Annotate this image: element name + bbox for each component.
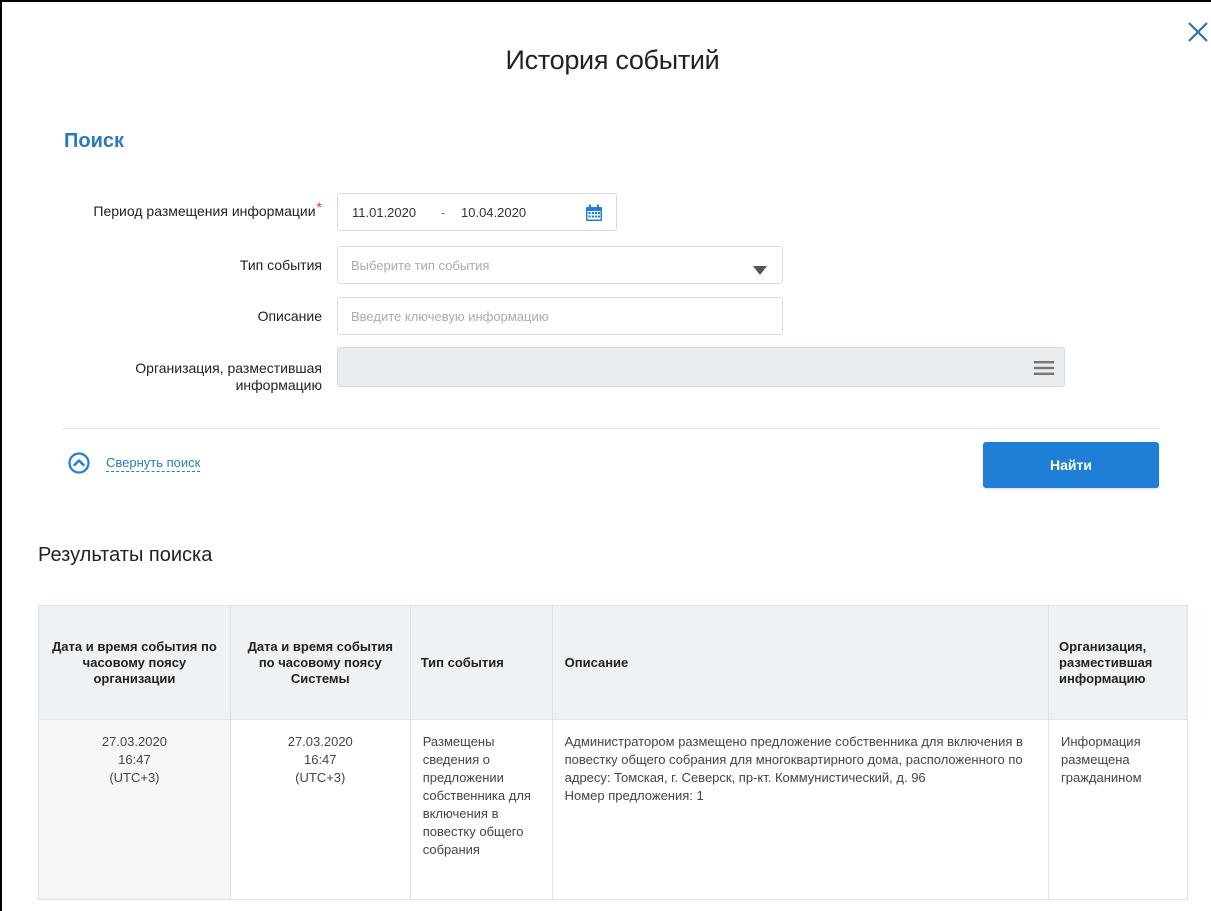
collapse-search-link[interactable]: Свернуть поиск bbox=[68, 452, 201, 474]
cell-event-type: Размещены сведения о предложении собстве… bbox=[409, 719, 553, 900]
event-type-placeholder: Выберите тип события bbox=[351, 258, 490, 273]
column-header-organization[interactable]: Организация, разместившая информацию bbox=[1048, 605, 1188, 720]
event-history-modal: История событий Поиск Период размещения … bbox=[0, 0, 1211, 911]
modal-title: История событий bbox=[505, 45, 720, 75]
find-button[interactable]: Найти bbox=[983, 442, 1159, 488]
column-header-description[interactable]: Описание bbox=[551, 605, 1050, 720]
description-label: Описание bbox=[257, 308, 322, 324]
org-date: 27.03.2020 bbox=[101, 734, 167, 749]
cell-description: Администратором размещено предложение со… bbox=[551, 719, 1050, 900]
org-timezone: (UTC+3) bbox=[109, 770, 160, 785]
organization-label-line2: информацию bbox=[235, 377, 322, 393]
menu-icon bbox=[1034, 361, 1054, 375]
cell-system-datetime: 27.03.2020 16:47 (UTC+3) bbox=[229, 719, 411, 900]
organization-text: Информация размещена гражданином bbox=[1061, 734, 1142, 785]
required-mark: * bbox=[316, 199, 322, 215]
period-separator: - bbox=[441, 205, 446, 220]
description-input[interactable]: Введите ключевую информацию bbox=[337, 297, 783, 335]
cell-org-datetime: 27.03.2020 16:47 (UTC+3) bbox=[38, 719, 231, 900]
period-label-text: Период размещения информации bbox=[93, 203, 316, 219]
column-header-system-datetime[interactable]: Дата и время события по часовому поясу С… bbox=[229, 605, 411, 720]
event-type-label: Тип события bbox=[239, 257, 322, 273]
description-placeholder: Введите ключевую информацию bbox=[351, 309, 549, 324]
column-header-event-type[interactable]: Тип события bbox=[409, 605, 553, 720]
table-row: 27.03.2020 16:47 (UTC+3) 27.03.2020 16:4… bbox=[38, 719, 1188, 900]
event-type-text: Размещены сведения о предложении собстве… bbox=[422, 734, 531, 857]
frame-top-border bbox=[0, 0, 1211, 2]
description-text: Администратором размещено предложение со… bbox=[564, 734, 1023, 785]
chevron-up-circle-icon bbox=[68, 452, 90, 474]
org-time: 16:47 bbox=[118, 752, 151, 767]
organization-picker-button[interactable] bbox=[1034, 360, 1054, 381]
frame-left-border bbox=[0, 0, 2, 911]
system-timezone: (UTC+3) bbox=[295, 770, 346, 785]
period-to-value[interactable]: 10.04.2020 bbox=[461, 205, 526, 220]
system-time: 16:47 bbox=[303, 752, 337, 767]
event-type-dropdown-toggle[interactable] bbox=[753, 262, 767, 280]
close-button[interactable] bbox=[1186, 20, 1210, 44]
system-date: 27.03.2020 bbox=[287, 734, 353, 749]
period-label: Период размещения информации* bbox=[93, 199, 322, 220]
proposal-number: Номер предложения: 1 bbox=[564, 788, 704, 803]
search-divider bbox=[62, 428, 1160, 429]
period-field[interactable]: 11.01.2020 - 10.04.2020 bbox=[337, 193, 617, 231]
column-header-org-datetime[interactable]: Дата и время события по часовому поясу о… bbox=[38, 605, 231, 720]
results-heading: Результаты поиска bbox=[38, 544, 213, 566]
cell-organization: Информация размещена гражданином bbox=[1048, 719, 1188, 900]
close-icon bbox=[1188, 22, 1208, 42]
organization-field[interactable] bbox=[337, 347, 1065, 387]
event-type-select[interactable]: Выберите тип события bbox=[337, 246, 783, 284]
calendar-button[interactable] bbox=[585, 204, 603, 227]
table-header-row: Дата и время события по часовому поясу о… bbox=[38, 605, 1188, 720]
period-from-value[interactable]: 11.01.2020 bbox=[352, 205, 416, 220]
collapse-search-label[interactable]: Свернуть поиск bbox=[106, 455, 201, 472]
organization-label-line1: Организация, разместившая bbox=[135, 360, 322, 376]
search-heading: Поиск bbox=[64, 130, 125, 152]
organization-label: Организация, разместившая информацию bbox=[135, 360, 322, 394]
calendar-icon bbox=[586, 204, 602, 221]
caret-down-icon bbox=[753, 266, 767, 275]
results-table: Дата и время события по часовому поясу о… bbox=[38, 605, 1188, 900]
